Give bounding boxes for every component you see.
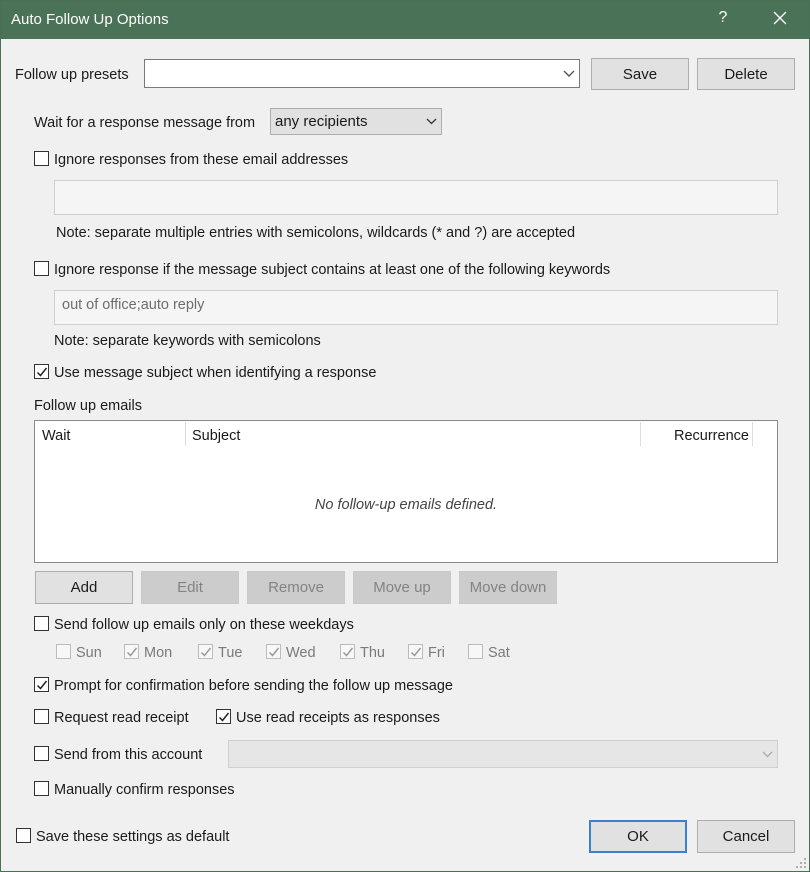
cancel-button[interactable]: Cancel: [697, 820, 795, 853]
close-button[interactable]: [769, 7, 791, 29]
checkmark-icon: [36, 680, 48, 690]
ok-button[interactable]: OK: [589, 820, 687, 853]
checkmark-icon: [36, 367, 48, 377]
edit-button[interactable]: Edit: [141, 571, 239, 604]
ignore-keywords-input[interactable]: out of office;auto reply: [54, 290, 778, 325]
use-subject-label: Use message subject when identifying a r…: [54, 365, 377, 381]
delete-preset-button[interactable]: Delete: [697, 58, 795, 90]
wait-response-select[interactable]: any recipients: [270, 108, 442, 135]
column-divider: [752, 422, 753, 446]
weekday-mon-checkbox[interactable]: [124, 644, 139, 659]
ignore-keywords-checkbox[interactable]: [34, 261, 49, 276]
weekday-thu-checkbox[interactable]: [340, 644, 355, 659]
save-default-checkbox[interactable]: [16, 828, 31, 843]
use-subject-checkbox[interactable]: [34, 364, 49, 379]
presets-combobox[interactable]: [144, 59, 580, 88]
close-icon: [773, 11, 787, 25]
use-read-receipts-label: Use read receipts as responses: [236, 710, 440, 726]
help-button[interactable]: ?: [713, 9, 733, 27]
remove-button[interactable]: Remove: [247, 571, 345, 604]
ignore-emails-checkbox[interactable]: [34, 151, 49, 166]
window-title: Auto Follow Up Options: [11, 11, 169, 28]
presets-label: Follow up presets: [15, 67, 129, 83]
ignore-keywords-value: out of office;auto reply: [62, 297, 205, 313]
wait-response-label: Wait for a response message from: [34, 115, 256, 131]
ignore-emails-input[interactable]: [54, 180, 778, 215]
weekdays-checkbox[interactable]: [34, 616, 49, 631]
chevron-down-icon: [563, 70, 575, 77]
column-divider: [185, 422, 186, 446]
ignore-keywords-label: Ignore response if the message subject c…: [54, 262, 611, 278]
use-read-receipts-checkbox[interactable]: [216, 709, 231, 724]
weekday-sun-label: Sun: [76, 645, 102, 661]
weekday-sat-checkbox[interactable]: [468, 644, 483, 659]
weekday-thu-label: Thu: [360, 645, 385, 661]
prompt-confirm-label: Prompt for confirmation before sending t…: [54, 678, 453, 694]
weekday-sat-label: Sat: [488, 645, 510, 661]
weekdays-label: Send follow up emails only on these week…: [54, 617, 354, 633]
checkmark-icon: [410, 647, 422, 657]
send-from-checkbox[interactable]: [34, 746, 49, 761]
weekday-fri-checkbox[interactable]: [408, 644, 423, 659]
move-down-button[interactable]: Move down: [459, 571, 557, 604]
weekday-fri-label: Fri: [428, 645, 445, 661]
chevron-down-icon: [762, 751, 773, 758]
save-preset-button[interactable]: Save: [591, 58, 689, 90]
send-from-select[interactable]: [228, 740, 778, 768]
add-button[interactable]: Add: [35, 571, 133, 604]
weekday-tue-checkbox[interactable]: [198, 644, 213, 659]
weekday-wed-label: Wed: [286, 645, 316, 661]
checkmark-icon: [218, 712, 230, 722]
column-header-subject[interactable]: Subject: [192, 428, 240, 444]
manual-confirm-label: Manually confirm responses: [54, 782, 235, 798]
read-receipt-label: Request read receipt: [54, 710, 189, 726]
checkmark-icon: [200, 647, 212, 657]
prompt-confirm-checkbox[interactable]: [34, 677, 49, 692]
manual-confirm-checkbox[interactable]: [34, 781, 49, 796]
empty-table-message: No follow-up emails defined.: [314, 497, 498, 513]
follow-up-emails-label: Follow up emails: [34, 398, 142, 414]
checkmark-icon: [268, 647, 280, 657]
save-default-label: Save these settings as default: [36, 829, 230, 845]
auto-follow-up-dialog: Auto Follow Up Options ? Follow up prese…: [0, 0, 810, 872]
wait-response-value: any recipients: [275, 113, 368, 130]
column-header-recurrence[interactable]: Recurrence: [674, 428, 749, 444]
weekday-sun-checkbox[interactable]: [56, 644, 71, 659]
chevron-down-icon: [426, 118, 437, 125]
column-divider: [640, 422, 641, 446]
resize-grip-icon[interactable]: [795, 857, 807, 869]
send-from-label: Send from this account: [54, 747, 203, 763]
read-receipt-checkbox[interactable]: [34, 709, 49, 724]
ignore-emails-note: Note: separate multiple entries with sem…: [56, 225, 576, 241]
weekday-wed-checkbox[interactable]: [266, 644, 281, 659]
title-bar: Auto Follow Up Options ?: [1, 1, 809, 39]
column-header-wait[interactable]: Wait: [42, 428, 70, 444]
follow-up-emails-table[interactable]: Wait Subject Recurrence No follow-up ema…: [34, 420, 778, 563]
move-up-button[interactable]: Move up: [353, 571, 451, 604]
checkmark-icon: [126, 647, 138, 657]
weekday-mon-label: Mon: [144, 645, 173, 661]
ignore-keywords-note: Note: separate keywords with semicolons: [54, 333, 321, 349]
checkmark-icon: [342, 647, 354, 657]
ignore-emails-label: Ignore responses from these email addres…: [54, 152, 349, 168]
weekday-tue-label: Tue: [218, 645, 243, 661]
